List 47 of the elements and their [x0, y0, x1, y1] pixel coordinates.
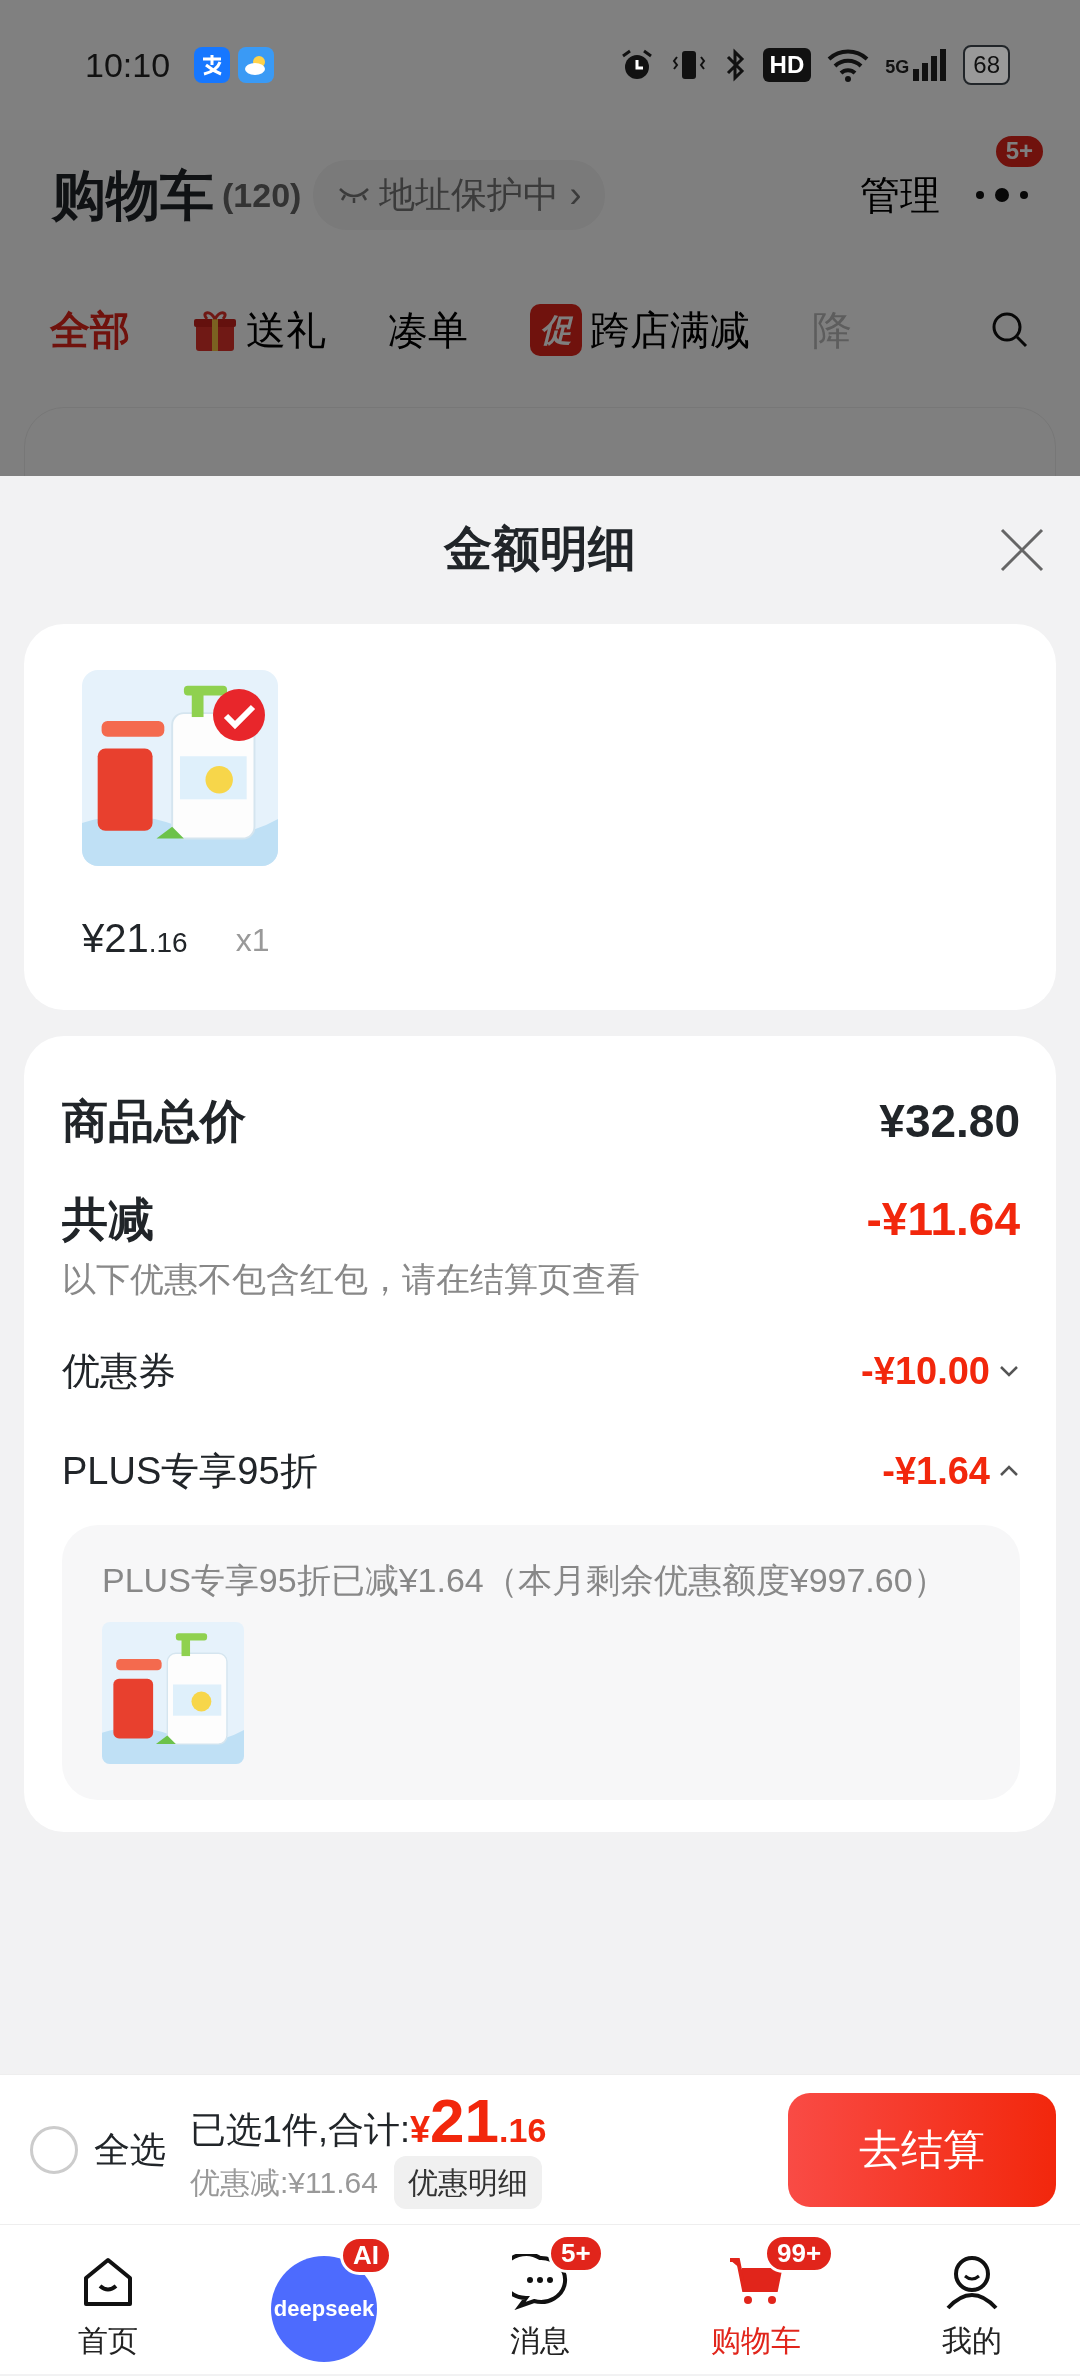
nav-tab[interactable]: 99+ 购物车 [648, 2232, 864, 2367]
filter-tab[interactable]: 送礼 [192, 300, 326, 360]
chevron-icon[interactable] [998, 1364, 1020, 1378]
select-all-label: 全选 [94, 2127, 166, 2172]
total-text: 已选1件,合计:¥21.16 [190, 2090, 547, 2152]
filter-tab[interactable]: 促 跨店满减 [530, 300, 750, 360]
amount: -¥1.64 [882, 1448, 990, 1494]
item-quantity: x1 [235, 921, 270, 960]
battery-indicator: 68 [963, 45, 1010, 85]
select-all-checkbox[interactable] [30, 2125, 78, 2174]
status-time: 10:10 [85, 44, 171, 86]
nav-tab[interactable]: 5+ 消息 [432, 2232, 648, 2367]
summary-label: 商品总价 [62, 1093, 246, 1149]
network-label: 5G [885, 56, 910, 79]
discount-note: 以下优惠不包含红包，请在结算页查看 [62, 1259, 641, 1300]
sheet-title: 金额明细 [444, 521, 636, 577]
amount: -¥10.00 [861, 1348, 990, 1394]
signal-icon [913, 49, 948, 81]
weather-icon [238, 47, 275, 83]
discount-label: 优惠券 [62, 1348, 176, 1394]
nav-tab[interactable]: AI deepseek [216, 2233, 432, 2366]
search-icon[interactable] [990, 310, 1030, 350]
summary-label: 共减 [62, 1191, 154, 1247]
wifi-icon [827, 47, 870, 83]
discount-label: PLUS专享95折 [62, 1448, 318, 1494]
nav-tab[interactable]: 我的 [864, 2232, 1080, 2367]
discount-detail-button[interactable]: 优惠明细 [393, 2156, 542, 2209]
hd-indicator: HD [762, 48, 812, 82]
filter-tab[interactable]: 全部 [50, 300, 130, 360]
manage-button[interactable]: 管理 [860, 165, 940, 225]
close-icon[interactable] [998, 526, 1046, 574]
discount-summary: 优惠减:¥11.64 [190, 2165, 378, 2201]
chevron-icon[interactable] [998, 1464, 1020, 1478]
item-count: (120) [222, 174, 302, 216]
nav-tab[interactable]: 首页 [0, 2232, 216, 2367]
item-price: ¥21.16 [82, 915, 188, 962]
promo-tag: 促 [530, 304, 582, 356]
amount: -¥11.64 [866, 1191, 1020, 1247]
filter-tab[interactable]: 凑单 [388, 300, 468, 360]
notification-badge: 5+ [548, 2234, 604, 2274]
person-icon [944, 2254, 1000, 2310]
discount-detail: PLUS专享95折已减¥1.64（本月剩余优惠额度¥997.60） [102, 1560, 948, 1601]
amount: ¥32.80 [879, 1093, 1020, 1149]
app-icon [194, 47, 231, 83]
page-title: 购物车 [52, 163, 214, 227]
checkout-button[interactable]: 去结算 [788, 2092, 1056, 2207]
eye-closed-icon [337, 185, 372, 205]
